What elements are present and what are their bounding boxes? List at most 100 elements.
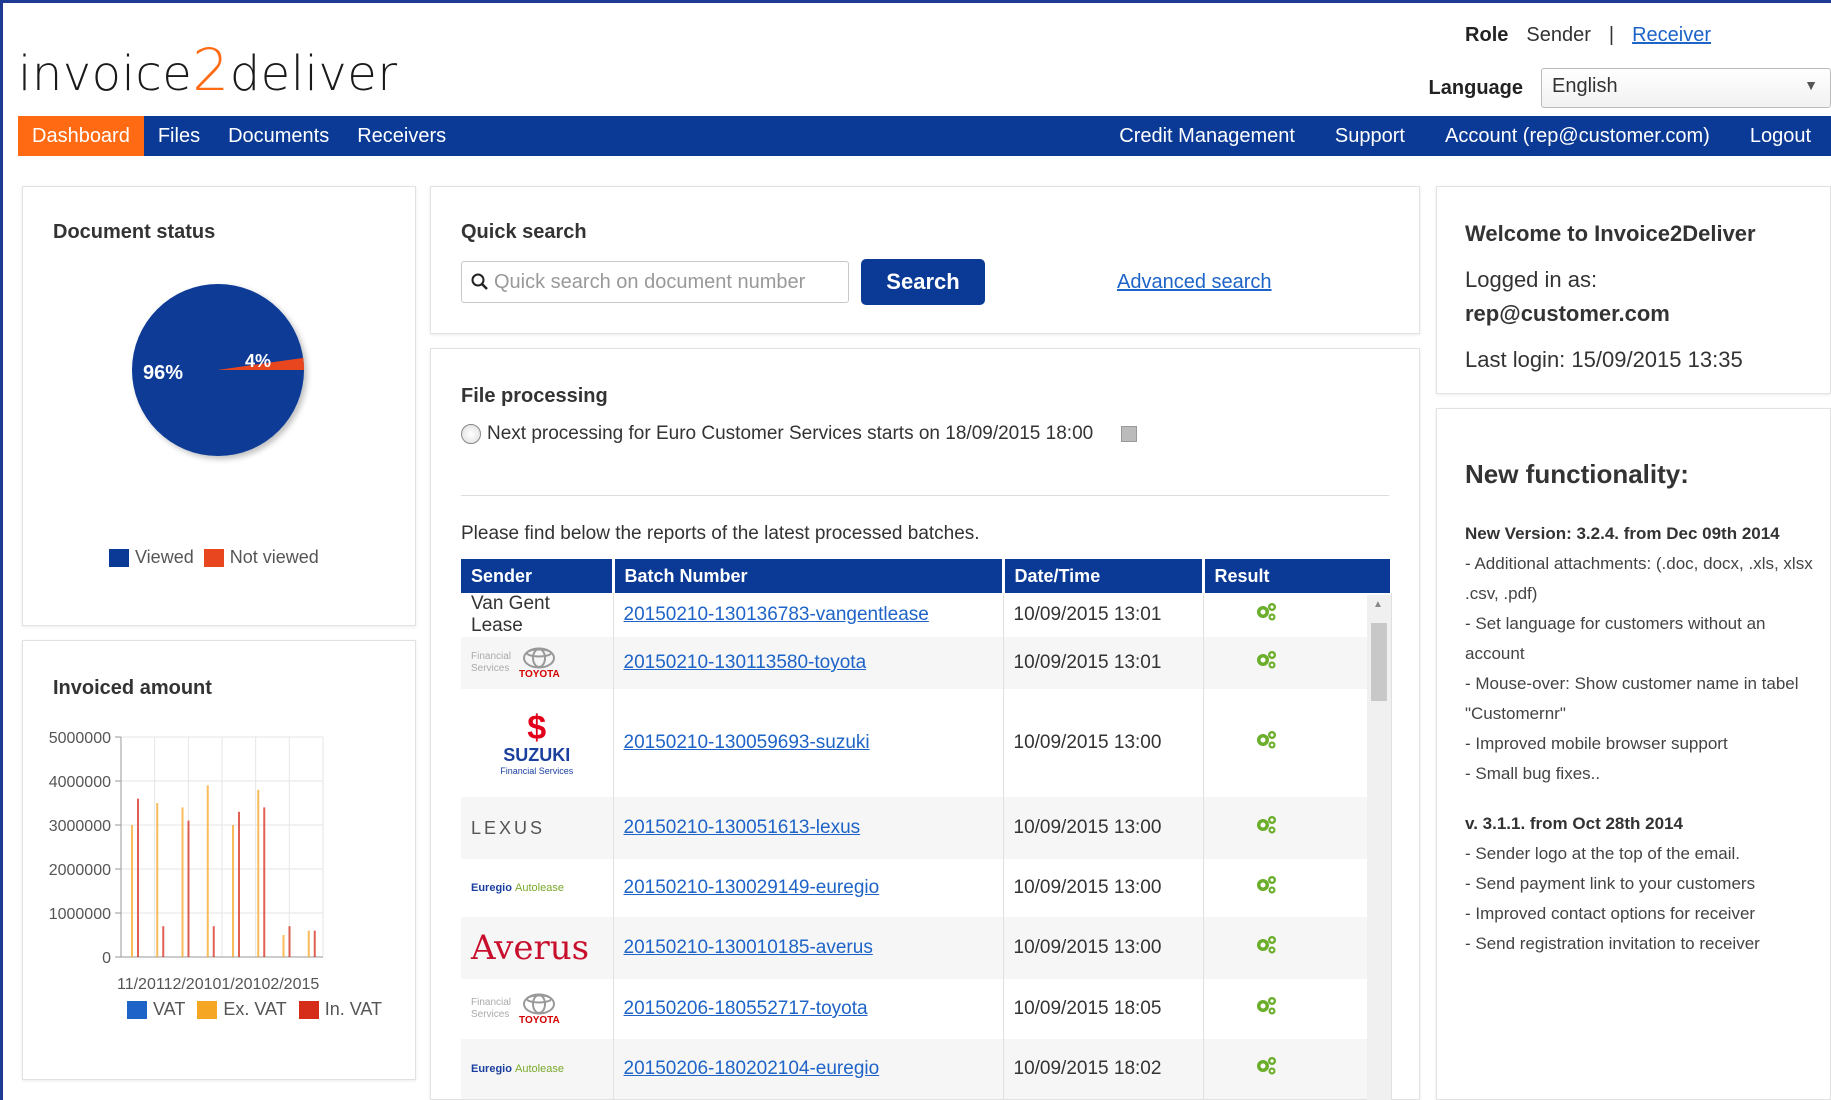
pie-label-viewed: 96%	[143, 362, 183, 384]
app-logo[interactable]: invoice2deliver	[18, 36, 398, 104]
legend-vat: VAT	[127, 999, 185, 1020]
col-datetime[interactable]: Date/Time	[1003, 559, 1205, 593]
language-select[interactable]: English ▼	[1541, 68, 1831, 108]
table-row: $ SUZUKI Financial Services 20150210-13005…	[461, 689, 1392, 797]
version-title: v. 3.1.1. from Oct 28th 2014	[1465, 814, 1683, 833]
new-functionality-title: New functionality:	[1465, 459, 1689, 489]
gears-icon[interactable]	[1254, 1055, 1278, 1083]
calendar-icon[interactable]	[1121, 426, 1138, 442]
batch-datetime: 10/09/2015 18:05	[1003, 979, 1204, 1039]
batch-link[interactable]: 20150210-130059693-suzuki	[624, 732, 870, 753]
chevron-down-icon: ▼	[1804, 77, 1818, 93]
gears-icon[interactable]	[1254, 601, 1278, 629]
batch-link[interactable]: 20150210-130051613-lexus	[624, 817, 861, 838]
language-label: Language	[1428, 76, 1523, 99]
scrollbar-thumb[interactable]	[1371, 623, 1387, 701]
scroll-up-icon[interactable]: ▲	[1373, 599, 1383, 610]
batch-link[interactable]: 20150210-130136783-vangentlease	[624, 604, 929, 625]
gears-icon[interactable]	[1254, 995, 1278, 1023]
y-tick-label: 0	[102, 950, 111, 967]
bar-ex-vat	[156, 803, 159, 957]
legend-ex-vat: Ex. VAT	[197, 999, 287, 1020]
invoiced-legend: VAT Ex. VAT In. VAT	[127, 999, 382, 1020]
file-processing-panel: File processing Next processing for Euro…	[430, 348, 1420, 1100]
document-status-legend: Viewed Not viewed	[109, 547, 319, 568]
quick-search-title: Quick search	[461, 221, 587, 243]
nav-account[interactable]: Account (rep@customer.com)	[1425, 116, 1730, 156]
search-icon	[471, 273, 488, 290]
table-row: LEXUS 20150210-130051613-lexus 10/09/201…	[461, 797, 1392, 859]
release-item: - Send registration invitation to receiv…	[1465, 934, 1760, 953]
x-tick-label: 11/20112/20101/20102/2015	[117, 976, 319, 991]
role-switcher: Role Sender | Receiver	[1465, 24, 1711, 47]
main-nav: Dashboard Files Documents Receivers Cred…	[18, 116, 1831, 156]
advanced-search-link[interactable]: Advanced search	[1117, 271, 1272, 294]
gears-icon[interactable]	[1254, 934, 1278, 962]
table-row: Averus 20150210-130010185-averus 10/09/2…	[461, 917, 1392, 979]
col-batch-number[interactable]: Batch Number	[613, 559, 1005, 593]
nav-dashboard[interactable]: Dashboard	[18, 116, 144, 156]
nav-receivers[interactable]: Receivers	[343, 116, 460, 156]
bar-ex-vat	[232, 825, 234, 957]
logged-in-user: rep@customer.com	[1465, 301, 1670, 326]
nav-documents[interactable]: Documents	[214, 116, 343, 156]
batch-datetime: 10/09/2015 18:02	[1003, 1039, 1204, 1099]
nav-credit-management[interactable]: Credit Management	[1099, 116, 1315, 156]
search-button[interactable]: Search	[861, 259, 985, 305]
bar-ex-vat	[307, 930, 310, 957]
batch-link[interactable]: 20150210-130113580-toyota	[624, 652, 867, 673]
batch-datetime: 10/09/2015 13:00	[1003, 797, 1204, 859]
language-value: English	[1552, 75, 1618, 97]
role-receiver-link[interactable]: Receiver	[1632, 24, 1711, 47]
nav-logout[interactable]: Logout	[1730, 116, 1831, 156]
gears-icon[interactable]	[1254, 649, 1278, 677]
sender-logo-lexus: LEXUS	[471, 817, 546, 838]
batch-link[interactable]: 20150206-180202104-euregio	[624, 1058, 880, 1079]
col-result[interactable]: Result	[1203, 559, 1393, 593]
language-row: Language English ▼	[1429, 68, 1831, 108]
release-item: - Additional attachments: (.doc, docx, .…	[1465, 554, 1813, 603]
last-login: Last login: 15/09/2015 13:35	[1465, 347, 1743, 372]
batch-link[interactable]: 20150206-180552717-toyota	[624, 998, 868, 1019]
version-title: New Version: 3.2.4. from Dec 09th 2014	[1465, 524, 1780, 543]
release-item: - Improved mobile browser support	[1465, 734, 1728, 753]
gears-icon[interactable]	[1254, 729, 1278, 757]
role-label: Role	[1465, 24, 1509, 46]
new-functionality-panel: New functionality: New Version: 3.2.4. f…	[1436, 408, 1831, 1100]
invoiced-amount-title: Invoiced amount	[53, 677, 212, 699]
pie-label-not-viewed: 4%	[245, 351, 271, 371]
nav-support[interactable]: Support	[1315, 116, 1425, 156]
y-tick-label: 4000000	[49, 774, 111, 791]
quick-search-input[interactable]: Quick search on document number	[461, 261, 849, 303]
release-item: - Set language for customers without an …	[1465, 614, 1766, 663]
release-notes: New Version: 3.2.4. from Dec 09th 2014 -…	[1465, 519, 1815, 959]
batch-link[interactable]: 20150210-130029149-euregio	[624, 877, 880, 898]
search-placeholder: Quick search on document number	[494, 270, 806, 293]
gears-icon[interactable]	[1254, 874, 1278, 902]
y-tick-label: 1000000	[49, 906, 111, 923]
batch-link[interactable]: 20150210-130010185-averus	[624, 937, 873, 958]
document-status-panel: Document status 96% 4% Viewed Not viewed	[22, 186, 416, 626]
bar-ex-vat	[131, 825, 133, 957]
table-scrollbar[interactable]: ▲	[1367, 595, 1391, 1100]
gears-icon[interactable]	[1254, 814, 1278, 842]
invoiced-amount-panel: Invoiced amount 5000000 4000000 3000000 200…	[22, 640, 416, 1080]
y-tick-label: 2000000	[49, 862, 111, 879]
sender-logo-averus: Averus	[471, 928, 590, 968]
bar-in-vat	[238, 811, 240, 957]
sender-logo-toyota: Financial Services TOYOTA	[471, 993, 603, 1026]
welcome-title: Welcome to Invoice2Deliver	[1465, 221, 1756, 246]
batch-datetime: 10/09/2015 13:00	[1003, 859, 1204, 917]
table-row: Financial Services TOYOTA 20150210-1301135…	[461, 637, 1392, 689]
next-processing: Next processing for Euro Customer Servic…	[461, 423, 1138, 445]
role-sender: Sender	[1526, 24, 1591, 46]
role-separator: |	[1608, 24, 1615, 46]
col-sender[interactable]: Sender	[461, 559, 615, 593]
document-status-pie: 96% 4%	[123, 275, 313, 470]
nav-files[interactable]: Files	[144, 116, 214, 156]
sender-name: Van Gent Lease	[461, 593, 614, 637]
bar-ex-vat	[282, 935, 285, 957]
release-item: - Mouse-over: Show customer name in tabe…	[1465, 674, 1799, 723]
batch-datetime: 10/09/2015 13:01	[1003, 593, 1204, 637]
batch-datetime: 10/09/2015 13:00	[1003, 689, 1204, 797]
